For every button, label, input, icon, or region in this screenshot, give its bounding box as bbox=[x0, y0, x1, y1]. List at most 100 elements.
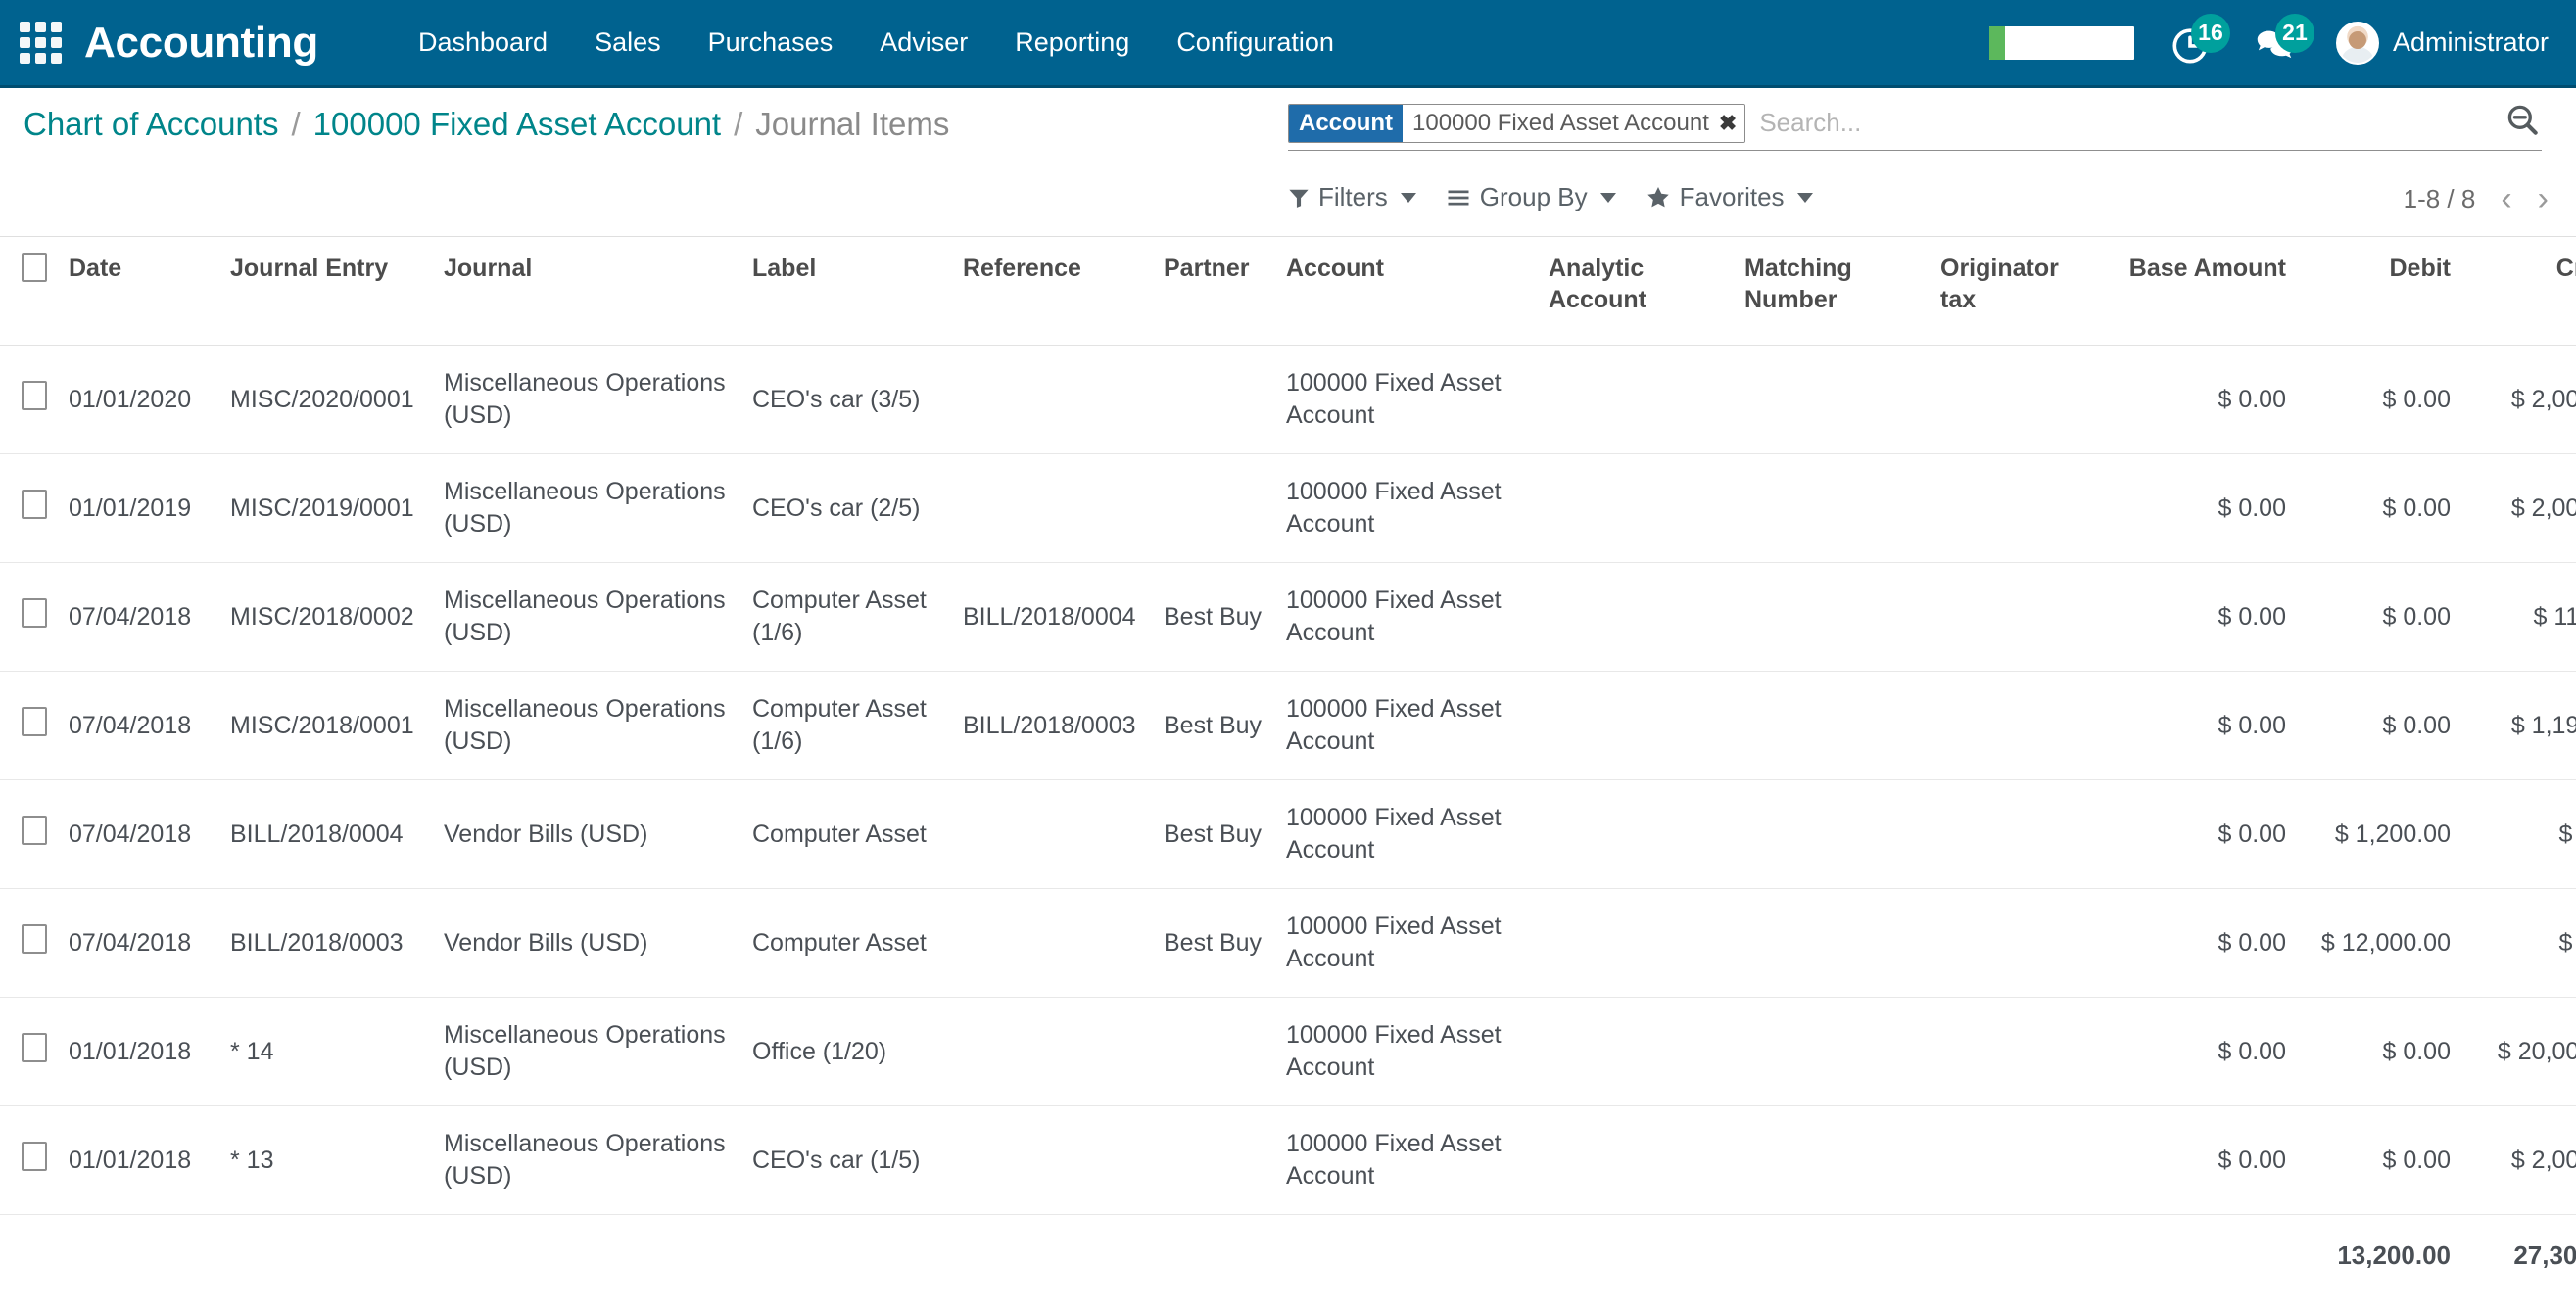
column-header-journal-entry[interactable]: Journal Entry bbox=[218, 237, 432, 346]
search-icon[interactable] bbox=[2504, 102, 2542, 144]
column-header-journal[interactable]: Journal bbox=[432, 237, 740, 346]
group-by-dropdown[interactable]: Group By bbox=[1446, 182, 1616, 212]
activity-menu[interactable]: 16 bbox=[2168, 13, 2230, 69]
activity-count-badge: 16 bbox=[2190, 13, 2230, 53]
cell-analytic-account bbox=[1537, 345, 1733, 454]
messaging-menu[interactable]: 21 bbox=[2252, 13, 2314, 69]
column-header-date[interactable]: Date bbox=[57, 237, 218, 346]
table-header: Date Journal Entry Journal Label Referen… bbox=[0, 237, 2576, 346]
row-checkbox[interactable] bbox=[22, 1141, 47, 1171]
column-header-matching-number[interactable]: Matching Number bbox=[1733, 237, 1929, 346]
table-row[interactable]: 01/01/2019 MISC/2019/0001 Miscellaneous Op… bbox=[0, 453, 2576, 563]
column-header-debit[interactable]: Debit bbox=[2298, 237, 2462, 346]
table-row[interactable]: 01/01/2018 * 13 Miscellaneous Operations (… bbox=[0, 1105, 2576, 1215]
row-select-cell bbox=[0, 345, 57, 454]
cell-reference bbox=[951, 453, 1152, 563]
row-checkbox[interactable] bbox=[22, 1032, 47, 1062]
cell-matching-number bbox=[1733, 671, 1929, 780]
menu-item-purchases[interactable]: Purchases bbox=[685, 18, 857, 68]
cell-credit: $ 119.01 bbox=[2462, 562, 2576, 672]
row-checkbox[interactable] bbox=[22, 815, 47, 845]
cell-analytic-account bbox=[1537, 997, 1733, 1106]
cell-date: 01/01/2018 bbox=[57, 1105, 218, 1215]
table-row[interactable]: 07/04/2018 MISC/2018/0002 Miscellaneous Op… bbox=[0, 562, 2576, 672]
cell-debit: $ 0.00 bbox=[2298, 671, 2462, 780]
table-row[interactable]: 07/04/2018 MISC/2018/0001 Miscellaneous Op… bbox=[0, 671, 2576, 780]
cell-reference bbox=[951, 345, 1152, 454]
table-body: 01/01/2020 MISC/2020/0001 Miscellaneous Op… bbox=[0, 345, 2576, 1215]
row-checkbox[interactable] bbox=[22, 923, 47, 954]
row-checkbox[interactable] bbox=[22, 489, 47, 519]
table-footer: 13,200.00 27,309.15 bbox=[0, 1214, 2576, 1296]
cell-base-amount: $ 0.00 bbox=[2107, 671, 2298, 780]
apps-grid-icon[interactable] bbox=[18, 21, 63, 66]
user-menu[interactable]: Administrator bbox=[2335, 21, 2549, 65]
row-select-cell bbox=[0, 1105, 57, 1215]
select-all-checkbox[interactable] bbox=[22, 253, 47, 282]
table-row[interactable]: 07/04/2018 BILL/2018/0004 Vendor Bills (US… bbox=[0, 779, 2576, 889]
row-select-cell bbox=[0, 562, 57, 672]
cell-matching-number bbox=[1733, 1105, 1929, 1215]
cell-partner bbox=[1152, 453, 1274, 563]
column-header-label[interactable]: Label bbox=[740, 237, 951, 346]
column-header-analytic-account[interactable]: Analytic Account bbox=[1537, 237, 1733, 346]
menu-item-adviser[interactable]: Adviser bbox=[856, 18, 991, 68]
breadcrumb-item-chart-of-accounts[interactable]: Chart of Accounts bbox=[24, 106, 278, 143]
row-checkbox[interactable] bbox=[22, 380, 47, 410]
cell-matching-number bbox=[1733, 779, 1929, 889]
column-header-partner[interactable]: Partner bbox=[1152, 237, 1274, 346]
select-all-header bbox=[0, 237, 57, 346]
close-icon[interactable]: ✖ bbox=[1719, 111, 1737, 136]
chevron-down-icon bbox=[1796, 192, 1813, 203]
group-by-label: Group By bbox=[1479, 182, 1588, 211]
search-facet-value: 100000 Fixed Asset Account ✖ bbox=[1403, 104, 1745, 142]
cell-debit: $ 0.00 bbox=[2298, 997, 2462, 1106]
menu-item-reporting[interactable]: Reporting bbox=[991, 18, 1153, 68]
breadcrumb-item-account[interactable]: 100000 Fixed Asset Account bbox=[313, 106, 721, 143]
column-header-originator-tax[interactable]: Originator tax bbox=[1929, 237, 2107, 346]
row-select-cell bbox=[0, 779, 57, 889]
cell-journal: Vendor Bills (USD) bbox=[432, 888, 740, 998]
cell-analytic-account bbox=[1537, 453, 1733, 563]
breadcrumb-item-journal-items: Journal Items bbox=[755, 106, 950, 142]
favorites-dropdown[interactable]: Favorites bbox=[1646, 182, 1813, 212]
column-header-account[interactable]: Account bbox=[1274, 237, 1537, 346]
cell-account: 100000 Fixed Asset Account bbox=[1274, 997, 1537, 1106]
column-header-reference[interactable]: Reference bbox=[951, 237, 1152, 346]
table-row[interactable]: 01/01/2020 MISC/2020/0001 Miscellaneous Op… bbox=[0, 345, 2576, 454]
search-facet-value-text: 100000 Fixed Asset Account bbox=[1412, 109, 1709, 136]
cell-credit: $ 2,000.00 bbox=[2462, 1105, 2576, 1215]
avatar bbox=[2335, 21, 2379, 65]
cell-originator-tax bbox=[1929, 345, 2107, 454]
cell-journal-entry: * 14 bbox=[218, 997, 432, 1106]
cell-credit: $ 2,000.00 bbox=[2462, 453, 2576, 563]
user-name-label: Administrator bbox=[2392, 27, 2549, 57]
row-checkbox[interactable] bbox=[22, 706, 47, 736]
filters-dropdown[interactable]: Filters bbox=[1288, 182, 1416, 212]
pager-next-button[interactable]: › bbox=[2538, 182, 2549, 215]
table-row[interactable]: 07/04/2018 BILL/2018/0003 Vendor Bills (US… bbox=[0, 888, 2576, 998]
cell-analytic-account bbox=[1537, 562, 1733, 672]
cell-debit: $ 12,000.00 bbox=[2298, 888, 2462, 998]
search-input[interactable]: Search... bbox=[1745, 108, 2495, 138]
filter-icon bbox=[1289, 189, 1309, 208]
pager-previous-button[interactable]: ‹ bbox=[2501, 182, 2511, 215]
table-row[interactable]: 01/01/2018 * 14 Miscellaneous Operations (… bbox=[0, 997, 2576, 1106]
menu-item-dashboard[interactable]: Dashboard bbox=[395, 18, 571, 68]
column-header-credit[interactable]: Credit bbox=[2462, 237, 2576, 346]
row-checkbox[interactable] bbox=[22, 597, 47, 628]
cell-account: 100000 Fixed Asset Account bbox=[1274, 345, 1537, 454]
cell-matching-number bbox=[1733, 453, 1929, 563]
column-header-base-amount[interactable]: Base Amount bbox=[2107, 237, 2298, 346]
cell-partner: Best Buy bbox=[1152, 671, 1274, 780]
search-facet-account[interactable]: Account 100000 Fixed Asset Account ✖ bbox=[1288, 103, 1746, 143]
totals-row: 13,200.00 27,309.15 bbox=[0, 1214, 2576, 1296]
app-brand-title[interactable]: Accounting bbox=[84, 19, 318, 68]
cell-account: 100000 Fixed Asset Account bbox=[1274, 562, 1537, 672]
cell-partner bbox=[1152, 997, 1274, 1106]
cell-base-amount: $ 0.00 bbox=[2107, 779, 2298, 889]
cell-originator-tax bbox=[1929, 562, 2107, 672]
cell-partner: Best Buy bbox=[1152, 888, 1274, 998]
menu-item-configuration[interactable]: Configuration bbox=[1153, 18, 1358, 68]
menu-item-sales[interactable]: Sales bbox=[571, 18, 685, 68]
